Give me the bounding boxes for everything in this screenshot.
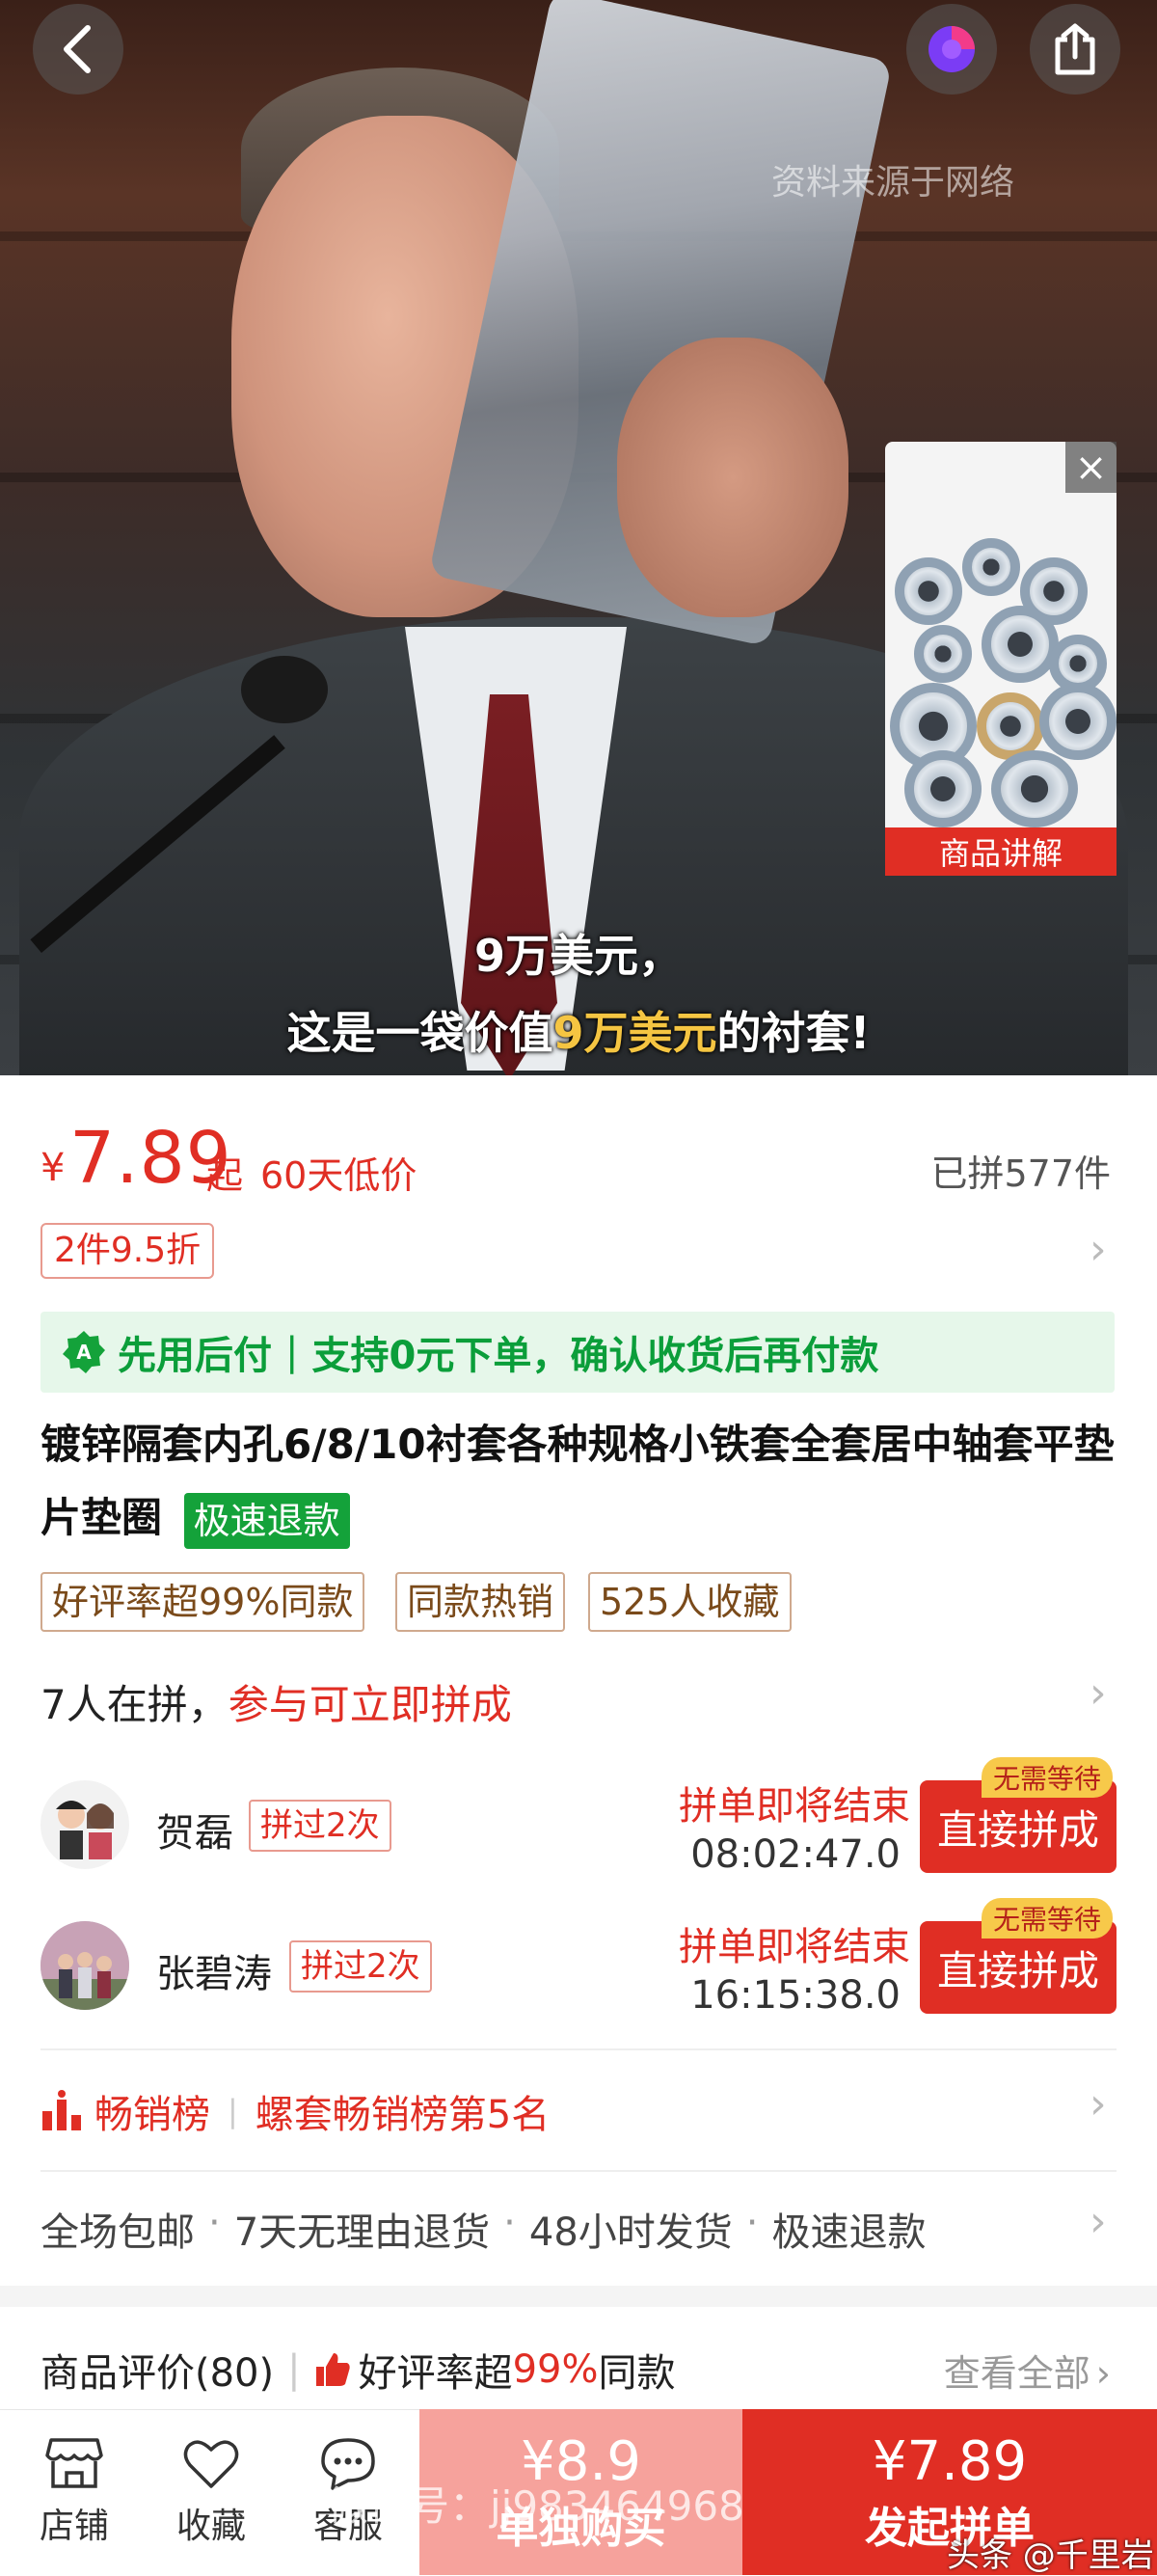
section-separator xyxy=(0,2286,1157,2307)
pay-later-title: 先用后付 xyxy=(118,1334,272,1378)
app-logo-button[interactable] xyxy=(906,4,997,95)
dot-separator: · xyxy=(208,2201,221,2245)
no-wait-badge: 无需等待 xyxy=(982,1898,1114,1939)
share-icon xyxy=(1055,23,1095,75)
user-name: 张碧涛 xyxy=(156,1952,272,1996)
reviews-rate-pre: 好评率超 xyxy=(358,2351,513,2396)
bushing-image xyxy=(962,538,1020,596)
store-nav-button[interactable]: 店铺 xyxy=(12,2409,137,2575)
ranking-icon xyxy=(42,2090,81,2130)
chevron-right-icon[interactable]: › xyxy=(1090,1668,1107,1718)
favorite-label: 收藏 xyxy=(175,2507,246,2546)
avatar-image xyxy=(40,1921,129,2010)
sold-count: 已拼577件 xyxy=(930,1152,1111,1195)
product-title: 镀锌隔套内孔6/8/10衬套各种规格小铁套全套居中轴套平垫片垫圈 极速退款 xyxy=(40,1408,1120,1555)
group-ending-label: 拼单即将结束 xyxy=(679,1784,910,1829)
overlay-watermark: 微信号：jj983464968 xyxy=(328,2482,744,2530)
video-microphone xyxy=(241,656,328,723)
chip-favorites: 525人收藏 xyxy=(588,1572,792,1632)
subtitle-line-1: 9万美元， xyxy=(473,930,683,982)
group-timer: 08:02:47.0 xyxy=(690,1832,901,1877)
divider xyxy=(40,2048,1117,2050)
avatar-image xyxy=(56,1801,114,1859)
bushing-image xyxy=(904,750,982,827)
pay-later-banner[interactable]: A 先用后付 | 支持0元下单，确认收货后再付款 xyxy=(40,1312,1115,1393)
avatar xyxy=(40,1780,129,1869)
bushing-image xyxy=(982,606,1059,683)
group-ending-label: 拼单即将结束 xyxy=(679,1925,910,1969)
app-logo-icon xyxy=(928,26,975,72)
user-count-badge: 拼过2次 xyxy=(249,1800,391,1852)
chevron-left-icon xyxy=(64,25,91,73)
reviews-header[interactable]: 商品评价(80) | 好评率超 99% 同款 xyxy=(40,2342,676,2398)
product-explain-thumbnail[interactable] xyxy=(885,442,1117,876)
avatar xyxy=(40,1921,129,2010)
product-explain-label[interactable]: 商品讲解 xyxy=(885,827,1117,876)
bushing-image xyxy=(991,750,1078,827)
subtitle-post: 的衬套! xyxy=(716,1007,871,1059)
group-price: ¥7.89 xyxy=(872,2429,1028,2493)
user-name: 贺磊 xyxy=(156,1811,233,1856)
dot-separator: · xyxy=(745,2201,759,2245)
service-refund: 极速退款 xyxy=(771,2210,927,2255)
speed-refund-badge: 极速退款 xyxy=(183,1492,350,1549)
video-player[interactable]: 资料来源于网络 9万美元， 这是一袋价值9万美元的衬套! × 商品讲解 xyxy=(0,0,1157,1075)
video-hand xyxy=(617,338,848,617)
price-currency: ¥ xyxy=(40,1146,66,1190)
service-row[interactable]: 全场包邮 · 7天无理由退货 · 48小时发货 · 极速退款 xyxy=(40,2201,927,2257)
chevron-right-icon: › xyxy=(1095,2352,1111,2395)
group-timer: 16:15:38.0 xyxy=(690,1973,901,2018)
service-return: 7天无理由退货 xyxy=(233,2210,491,2255)
pay-later-icon: A xyxy=(63,1331,105,1373)
chip-hot-sale: 同款热销 xyxy=(395,1572,566,1632)
bushing-image xyxy=(914,625,972,683)
reviews-divider: | xyxy=(287,2347,301,2392)
platform-watermark: 头条 @千里岩 xyxy=(947,2536,1154,2575)
ranking-label: 畅销榜 xyxy=(94,2093,210,2137)
store-icon xyxy=(45,2438,103,2488)
back-button[interactable] xyxy=(33,4,123,95)
reviews-rate-post: 同款 xyxy=(598,2351,676,2396)
subtitle-highlight: 9万美元 xyxy=(552,1007,717,1059)
subtitle-line-2: 这是一袋价值9万美元的衬套! xyxy=(0,998,1157,1062)
source-note: 资料来源于网络 xyxy=(771,163,1015,203)
reviews-rate-value: 99% xyxy=(512,2347,599,2392)
service-shipping-time: 48小时发货 xyxy=(528,2210,733,2255)
user-count-badge: 拼过2次 xyxy=(289,1940,432,1993)
bushing-image xyxy=(895,557,962,625)
svg-text:A: A xyxy=(76,1341,92,1364)
price-suffix: 起 xyxy=(206,1154,244,1197)
ranking-text: 螺套畅销榜第5名 xyxy=(255,2093,551,2137)
group-join-text: 参与可立即拼成 xyxy=(228,1681,512,1728)
view-all-label: 查看全部 xyxy=(943,2352,1090,2395)
group-count: 7人在拼， xyxy=(40,1681,229,1728)
low-price-tag: 60天低价 xyxy=(260,1154,417,1197)
ranking-divider: | xyxy=(228,2093,238,2129)
discount-tag: 2件9.5折 xyxy=(40,1223,215,1279)
favorite-nav-button[interactable]: 收藏 xyxy=(148,2409,274,2575)
divider xyxy=(40,2170,1117,2172)
pay-later-divider: | xyxy=(285,1330,299,1374)
dot-separator: · xyxy=(503,2201,516,2245)
pay-later-text: 支持0元下单，确认收货后再付款 xyxy=(311,1334,879,1378)
reviews-title: 商品评价(80) xyxy=(40,2351,275,2396)
no-wait-badge: 无需等待 xyxy=(982,1757,1114,1798)
chevron-right-icon[interactable]: › xyxy=(1090,2079,1107,2129)
chevron-right-icon[interactable]: › xyxy=(1090,2197,1107,2246)
service-free-shipping: 全场包邮 xyxy=(40,2210,195,2255)
store-label: 店铺 xyxy=(39,2507,109,2546)
chip-good-rate: 好评率超99%同款 xyxy=(40,1572,365,1632)
view-all-link[interactable]: 查看全部 › xyxy=(944,2344,1111,2397)
thumbs-up-icon xyxy=(315,2353,350,2386)
chevron-right-icon[interactable]: › xyxy=(1090,1225,1107,1274)
subtitle-pre: 这是一袋价值 xyxy=(286,1007,553,1059)
heart-icon xyxy=(183,2440,239,2488)
group-summary[interactable]: 7人在拼，参与可立即拼成 xyxy=(40,1672,512,1731)
bushing-image xyxy=(1039,683,1117,760)
share-button[interactable] xyxy=(1030,4,1120,95)
ranking-row[interactable]: 畅销榜 | 螺套畅销榜第5名 xyxy=(40,2083,550,2139)
thumbnail-close-button[interactable]: × xyxy=(1065,442,1117,493)
